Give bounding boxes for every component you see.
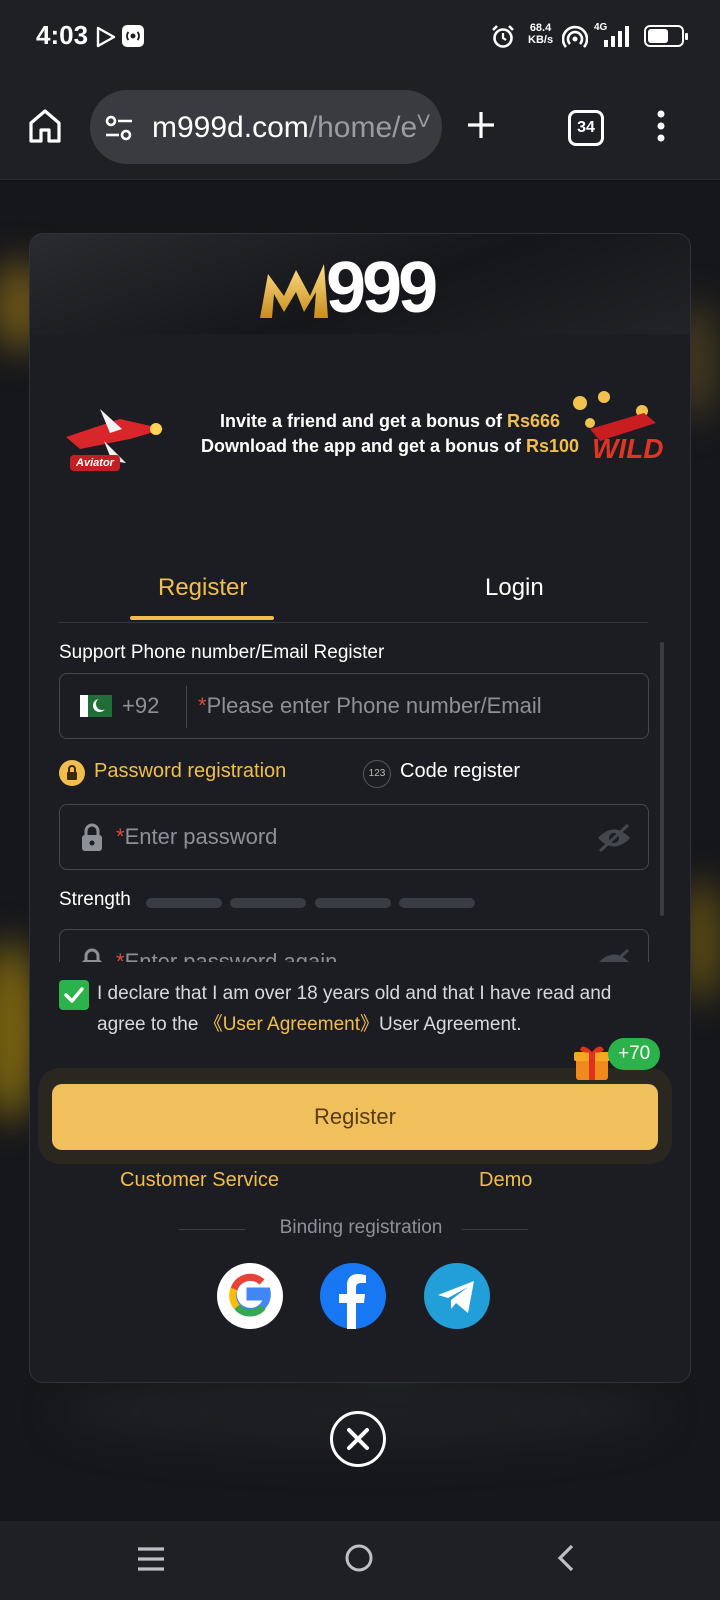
required-mark: *: [116, 949, 125, 962]
battery-icon: [644, 25, 688, 47]
google-icon: [229, 1273, 271, 1317]
close-icon: [347, 1428, 369, 1450]
phone-email-input[interactable]: *Please enter Phone number/Email: [198, 693, 542, 719]
password-input[interactable]: *Enter password: [116, 824, 277, 850]
status-bar: 4:03 68.4 KB/s 4G: [0, 0, 720, 74]
form-scroll-area: Support Phone number/Email Register +92 …: [30, 234, 690, 962]
password-registration-label: Password registration: [94, 760, 287, 782]
code-register-option[interactable]: 123 Code register: [363, 758, 563, 790]
facebook-icon: [339, 1274, 366, 1329]
binding-divider-right: [462, 1229, 528, 1230]
back-nav-icon[interactable]: [556, 1543, 576, 1578]
required-mark: *: [116, 824, 125, 849]
password-confirm-input[interactable]: *Enter password again: [116, 949, 337, 962]
browser-toolbar: m999d.com/home/eⱽ 34: [0, 74, 720, 180]
strength-bar: [315, 898, 391, 908]
password-confirm-placeholder: Enter password again: [124, 949, 338, 962]
close-modal-button[interactable]: [330, 1411, 386, 1467]
hotspot-icon: [561, 24, 589, 55]
telegram-login-button[interactable]: [424, 1263, 490, 1329]
more-options-icon[interactable]: [656, 110, 666, 147]
password-registration-option[interactable]: Password registration: [59, 758, 309, 790]
demo-link[interactable]: Demo: [479, 1169, 532, 1192]
phone-email-field[interactable]: +92 *Please enter Phone number/Email: [59, 673, 649, 739]
lock-icon: [80, 948, 104, 962]
site-settings-icon[interactable]: [104, 114, 134, 147]
strength-label: Strength: [59, 889, 131, 910]
register-button[interactable]: Register: [52, 1084, 658, 1150]
system-navigation-bar: [0, 1521, 720, 1600]
strength-bar: [146, 898, 222, 908]
agreement-text: I declare that I am over 18 years old an…: [97, 978, 637, 1040]
register-modal: 999 Aviator Invite a friend and get a bo…: [29, 233, 691, 1383]
binding-registration-label: Binding registration: [279, 1217, 443, 1238]
address-bar[interactable]: m999d.com/home/eⱽ: [90, 90, 442, 164]
pakistan-flag-icon[interactable]: [80, 695, 112, 717]
url-domain: m999d.com: [152, 111, 309, 144]
tab-switcher-button[interactable]: 34: [568, 110, 604, 146]
lock-icon: [80, 823, 104, 858]
telegram-icon: [438, 1281, 474, 1313]
eye-hidden-icon[interactable]: [596, 823, 632, 858]
google-login-button[interactable]: [217, 1263, 283, 1329]
agree-checkbox[interactable]: [59, 980, 89, 1010]
password-placeholder: Enter password: [124, 824, 278, 849]
home-icon[interactable]: [28, 108, 62, 149]
eye-hidden-icon[interactable]: [596, 948, 632, 962]
gift-box-icon[interactable]: [572, 1042, 612, 1082]
code-123-icon: 123: [363, 760, 391, 788]
agreement-text-after: User Agreement.: [379, 1014, 522, 1035]
user-agreement-link[interactable]: 《User Agreement》: [204, 1014, 379, 1035]
required-mark: *: [198, 693, 207, 718]
new-tab-icon[interactable]: [466, 110, 496, 145]
password-confirm-field[interactable]: *Enter password again: [59, 929, 649, 962]
code-register-label: Code register: [400, 760, 521, 782]
facebook-login-button[interactable]: [320, 1263, 386, 1329]
phone-field-divider: [186, 686, 187, 728]
alarm-icon: [490, 24, 516, 55]
strength-bar: [399, 898, 475, 908]
network-speed-value: 68.4: [529, 22, 552, 34]
bonus-badge: +70: [608, 1038, 661, 1070]
hotspot-notification-icon: [122, 25, 144, 47]
strength-bar: [230, 898, 306, 908]
password-field[interactable]: *Enter password: [59, 804, 649, 870]
register-button-container: Register: [38, 1068, 672, 1164]
network-speed-unit: KB/s: [528, 34, 554, 46]
customer-service-link[interactable]: Customer Service: [120, 1169, 279, 1192]
phone-placeholder: Please enter Phone number/Email: [206, 693, 542, 718]
checkmark-icon: [64, 987, 84, 1003]
url-path: /home/eⱽ: [308, 111, 431, 144]
home-nav-icon[interactable]: [344, 1543, 374, 1578]
country-code[interactable]: +92: [122, 693, 159, 719]
support-label: Support Phone number/Email Register: [59, 642, 385, 663]
recent-apps-icon[interactable]: [136, 1545, 166, 1578]
lock-badge-icon: [59, 760, 85, 786]
network-speed: 68.4 KB/s: [528, 22, 553, 46]
status-time: 4:03: [36, 20, 89, 50]
play-store-notification-icon: [96, 26, 116, 53]
url-text[interactable]: m999d.com/home/eⱽ: [152, 110, 430, 145]
